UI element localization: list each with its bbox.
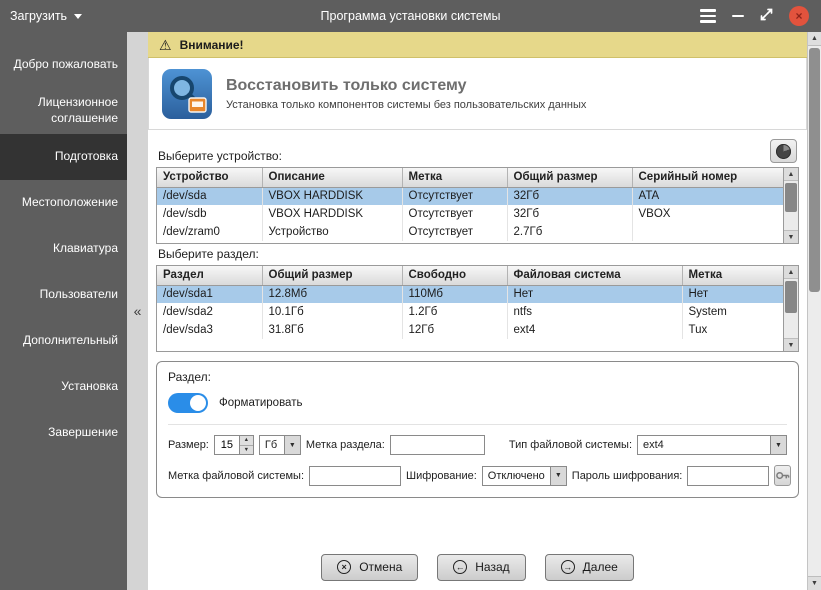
column-header[interactable]: Свободно — [402, 266, 508, 286]
encryption-select[interactable]: Отключено ▼ — [481, 465, 567, 486]
column-header[interactable]: Раздел — [157, 266, 263, 286]
sidebar-item-users[interactable]: Пользователи — [0, 272, 127, 318]
size-label: Размер: — [168, 439, 209, 451]
column-header[interactable]: Общий размер — [262, 266, 403, 286]
load-button[interactable]: Загрузить — [10, 9, 83, 23]
partition-table: Раздел Общий размер Свободно Файловая си… — [156, 265, 799, 352]
partition-row[interactable]: /dev/sda1 12.8Мб 110Мб Нет Нет — [157, 285, 783, 303]
sidebar-item-additional[interactable]: Дополнительный — [0, 318, 127, 364]
cancel-icon: × — [337, 560, 352, 574]
titlebar: Загрузить Программа установки системы × — [0, 0, 821, 32]
window-title: Программа установки системы — [320, 9, 501, 23]
fs-type-select[interactable]: ext4 ▼ — [637, 435, 787, 455]
encryption-password-input[interactable] — [687, 465, 770, 486]
chevron-down-icon — [74, 13, 83, 19]
toggle-knob — [190, 395, 206, 411]
column-header[interactable]: Серийный номер — [632, 168, 783, 188]
fs-label-label: Метка файловой системы: — [168, 469, 305, 482]
partition-label-input[interactable] — [389, 435, 485, 455]
size-unit-select[interactable]: Гб ▼ — [258, 435, 301, 455]
minimize-button[interactable] — [732, 14, 744, 18]
sidebar-item-keyboard[interactable]: Клавиатура — [0, 226, 127, 272]
key-icon — [776, 471, 790, 480]
partition-form: Раздел: Форматировать Размер: ▲ — [156, 361, 799, 498]
hamburger-menu-button[interactable] — [700, 9, 716, 23]
device-row[interactable]: /dev/sdb VBOX HARDDISK Отсутствует 32Гб … — [157, 205, 783, 223]
scroll-thumb[interactable] — [809, 48, 820, 292]
column-header[interactable]: Метка — [682, 266, 783, 286]
partition-form-title: Раздел: — [168, 370, 211, 384]
next-button[interactable]: → Далее — [544, 553, 634, 581]
size-input[interactable] — [214, 436, 239, 454]
sidebar-item-preparation[interactable]: Подготовка — [0, 134, 127, 180]
column-header[interactable]: Описание — [262, 168, 403, 188]
collapse-sidebar-button[interactable]: « — [134, 303, 142, 319]
partition-row[interactable]: /dev/sda3 31.8Гб 12Гб ext4 Tux — [157, 321, 783, 339]
sidebar-item-license[interactable]: Лицензионное соглашение — [0, 88, 127, 134]
scroll-down-button[interactable]: ▼ — [784, 230, 798, 243]
disk-layout-button[interactable] — [770, 139, 797, 163]
device-table: Устройство Описание Метка Общий размер С… — [156, 167, 799, 244]
sidebar-item-welcome[interactable]: Добро пожаловать — [0, 42, 127, 88]
load-button-label: Загрузить — [10, 9, 68, 23]
page-title: Восстановить только систему — [226, 76, 467, 94]
spin-up-button[interactable]: ▲ — [239, 436, 253, 446]
column-header[interactable]: Общий размер — [507, 168, 633, 188]
column-header[interactable]: Устройство — [157, 168, 263, 188]
encryption-label: Шифрование: — [406, 469, 477, 482]
footer: × Отмена ← Назад → Далее — [156, 544, 799, 590]
device-table-scrollbar[interactable]: ▲ ▼ — [783, 168, 798, 243]
format-toggle-label: Форматировать — [219, 397, 303, 409]
sidebar-item-installation[interactable]: Установка — [0, 364, 127, 410]
scroll-up-button[interactable]: ▲ — [784, 266, 798, 279]
chevron-down-icon: ▼ — [770, 436, 786, 454]
sidebar-item-location[interactable]: Местоположение — [0, 180, 127, 226]
device-row[interactable]: /dev/sda VBOX HARDDISK Отсутствует 32Гб … — [157, 187, 783, 205]
app-icon — [162, 68, 212, 119]
device-row[interactable]: /dev/zram0 Устройство Отсутствует 2.7Гб — [157, 223, 783, 241]
scroll-thumb[interactable] — [785, 281, 797, 314]
scroll-thumb[interactable] — [785, 183, 797, 213]
warning-banner: ⚠ Внимание! — [148, 32, 807, 58]
fs-label-input[interactable] — [309, 465, 402, 486]
installer-window: Загрузить Программа установки системы × … — [0, 0, 821, 590]
main-scrollbar[interactable]: ▲ ▼ — [807, 32, 821, 590]
chevron-down-icon: ▼ — [283, 436, 300, 454]
pie-chart-icon — [776, 143, 791, 159]
scroll-down-button[interactable]: ▼ — [784, 338, 798, 351]
page-subtitle: Установка только компонентов системы без… — [226, 98, 587, 111]
expand-icon — [760, 8, 773, 21]
sidebar: Добро пожаловать Лицензионное соглашение… — [0, 32, 127, 590]
encryption-password-label: Пароль шифрования: — [571, 469, 683, 482]
partition-table-scrollbar[interactable]: ▲ ▼ — [783, 266, 798, 351]
chevron-down-icon: ▼ — [549, 466, 566, 485]
cancel-button[interactable]: × Отмена — [321, 553, 419, 581]
back-button[interactable]: ← Назад — [437, 553, 526, 581]
scroll-down-button[interactable]: ▼ — [808, 576, 821, 590]
maximize-button[interactable] — [760, 8, 773, 24]
column-header[interactable]: Метка — [402, 168, 508, 188]
size-spinner: ▲ ▼ — [213, 435, 254, 455]
sidebar-collapse-strip: « — [127, 32, 148, 590]
close-button[interactable]: × — [789, 6, 809, 26]
partition-row[interactable]: /dev/sda2 10.1Гб 1.2Гб ntfs System — [157, 303, 783, 321]
format-toggle[interactable] — [168, 393, 208, 413]
partition-label-label: Метка раздела: — [305, 439, 385, 451]
warning-icon: ⚠ — [159, 36, 172, 53]
arrow-left-icon: ← — [453, 560, 468, 574]
page-header: Восстановить только систему Установка то… — [148, 58, 807, 130]
fs-type-label: Тип файловой системы: — [508, 439, 632, 451]
spin-down-button[interactable]: ▼ — [239, 445, 253, 454]
arrow-right-icon: → — [560, 560, 575, 574]
sidebar-item-finish[interactable]: Завершение — [0, 410, 127, 456]
show-password-button[interactable] — [774, 465, 792, 486]
scroll-up-button[interactable]: ▲ — [808, 32, 821, 46]
scroll-up-button[interactable]: ▲ — [784, 168, 798, 181]
warning-text: Внимание! — [179, 37, 244, 52]
column-header[interactable]: Файловая система — [507, 266, 683, 286]
device-section-label: Выберите устройство: — [158, 149, 282, 163]
partition-section-label: Выберите раздел: — [158, 247, 259, 261]
content-area: ⚠ Внимание! Восстановить только систему … — [148, 32, 807, 590]
